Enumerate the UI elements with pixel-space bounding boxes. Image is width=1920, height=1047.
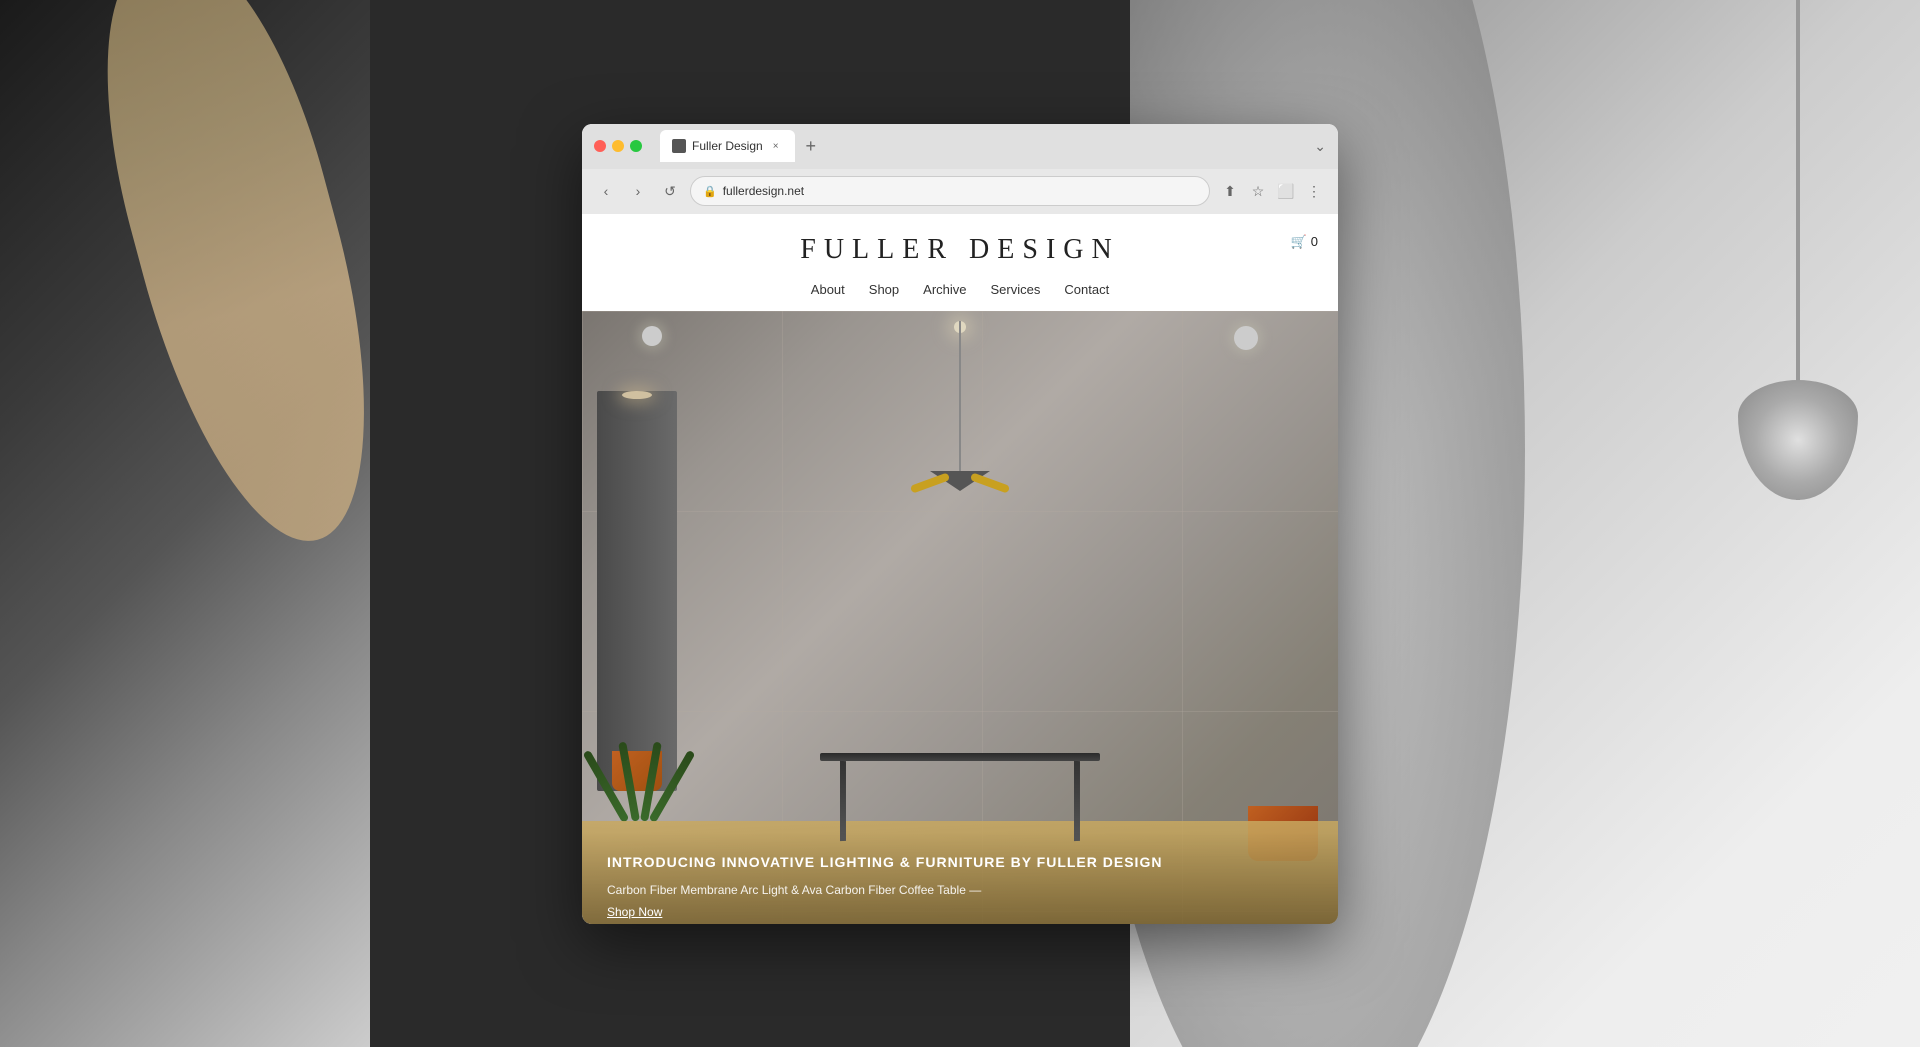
- nav-archive[interactable]: Archive: [923, 282, 966, 297]
- address-bar[interactable]: 🔒 fullerdesign.net: [690, 176, 1210, 206]
- cart-icon: 🛒: [1291, 234, 1307, 250]
- site-nav: About Shop Archive Services Contact: [622, 282, 1298, 311]
- table-leg-left: [840, 760, 846, 840]
- nav-contact[interactable]: Contact: [1064, 282, 1109, 297]
- hero-subtext: Carbon Fiber Membrane Arc Light & Ava Ca…: [607, 881, 1313, 899]
- recessed-light-right: [1234, 326, 1258, 350]
- shop-now-link[interactable]: Shop Now: [607, 905, 662, 919]
- traffic-lights: [594, 140, 642, 152]
- tab-close-button[interactable]: ×: [769, 139, 783, 153]
- tab-dropdown-button[interactable]: ⌄: [1314, 138, 1326, 155]
- tab-favicon: [672, 139, 686, 153]
- niche-light: [622, 391, 652, 399]
- sidebar-button[interactable]: ⬜: [1274, 179, 1298, 203]
- hanging-lamp-right: [1796, 0, 1800, 500]
- hero-headline: INTRODUCING INNOVATIVE LIGHTING & FURNIT…: [607, 853, 1313, 873]
- refresh-button[interactable]: ↺: [658, 179, 682, 203]
- pendant-wire: [959, 321, 961, 471]
- hero-section: INTRODUCING INNOVATIVE LIGHTING & FURNIT…: [582, 311, 1338, 924]
- bookmark-button[interactable]: ☆: [1246, 179, 1270, 203]
- hero-background: INTRODUCING INNOVATIVE LIGHTING & FURNIT…: [582, 311, 1338, 924]
- nav-services[interactable]: Services: [991, 282, 1041, 297]
- active-tab[interactable]: Fuller Design ×: [660, 130, 795, 162]
- hero-text-overlay: INTRODUCING INNOVATIVE LIGHTING & FURNIT…: [582, 833, 1338, 924]
- table-leg-right: [1074, 760, 1080, 840]
- close-traffic-light[interactable]: [594, 140, 606, 152]
- table-legs: [820, 761, 1100, 841]
- forward-button[interactable]: ›: [626, 179, 650, 203]
- maximize-traffic-light[interactable]: [630, 140, 642, 152]
- browser-chrome: Fuller Design × + ⌄ ‹ › ↺ 🔒 fullerdesign…: [582, 124, 1338, 214]
- wall-niche: [597, 391, 677, 791]
- new-tab-button[interactable]: +: [799, 134, 823, 158]
- recessed-light-left: [642, 326, 662, 346]
- browser-titlebar: Fuller Design × + ⌄: [582, 124, 1338, 169]
- background-left: [0, 0, 370, 1047]
- nav-shop[interactable]: Shop: [869, 282, 899, 297]
- pendant-lamp: [930, 321, 990, 501]
- site-logo: FULLER DESIGN: [622, 234, 1298, 266]
- back-button[interactable]: ‹: [594, 179, 618, 203]
- site-header: FULLER DESIGN 🛒 0 About Shop Archive Ser…: [582, 214, 1338, 311]
- plant-left: [612, 741, 662, 791]
- website-content: FULLER DESIGN 🛒 0 About Shop Archive Ser…: [582, 214, 1338, 924]
- nav-about[interactable]: About: [811, 282, 845, 297]
- cart-icon-wrap[interactable]: 🛒 0: [1291, 234, 1318, 250]
- coffee-table: [820, 753, 1100, 841]
- browser-addressbar: ‹ › ↺ 🔒 fullerdesign.net ⬆ ☆ ⬜ ⋮: [582, 169, 1338, 214]
- cart-count: 0: [1311, 234, 1318, 249]
- lock-icon: 🔒: [703, 185, 717, 198]
- more-button[interactable]: ⋮: [1302, 179, 1326, 203]
- browser-window: Fuller Design × + ⌄ ‹ › ↺ 🔒 fullerdesign…: [582, 124, 1338, 924]
- pendant-fixture: [930, 471, 990, 501]
- browser-actions: ⬆ ☆ ⬜ ⋮: [1218, 179, 1326, 203]
- minimize-traffic-light[interactable]: [612, 140, 624, 152]
- table-top: [820, 753, 1100, 761]
- tab-container: Fuller Design × + ⌄: [660, 130, 1326, 162]
- url-text: fullerdesign.net: [723, 184, 804, 198]
- tab-title: Fuller Design: [692, 139, 763, 153]
- share-button[interactable]: ⬆: [1218, 179, 1242, 203]
